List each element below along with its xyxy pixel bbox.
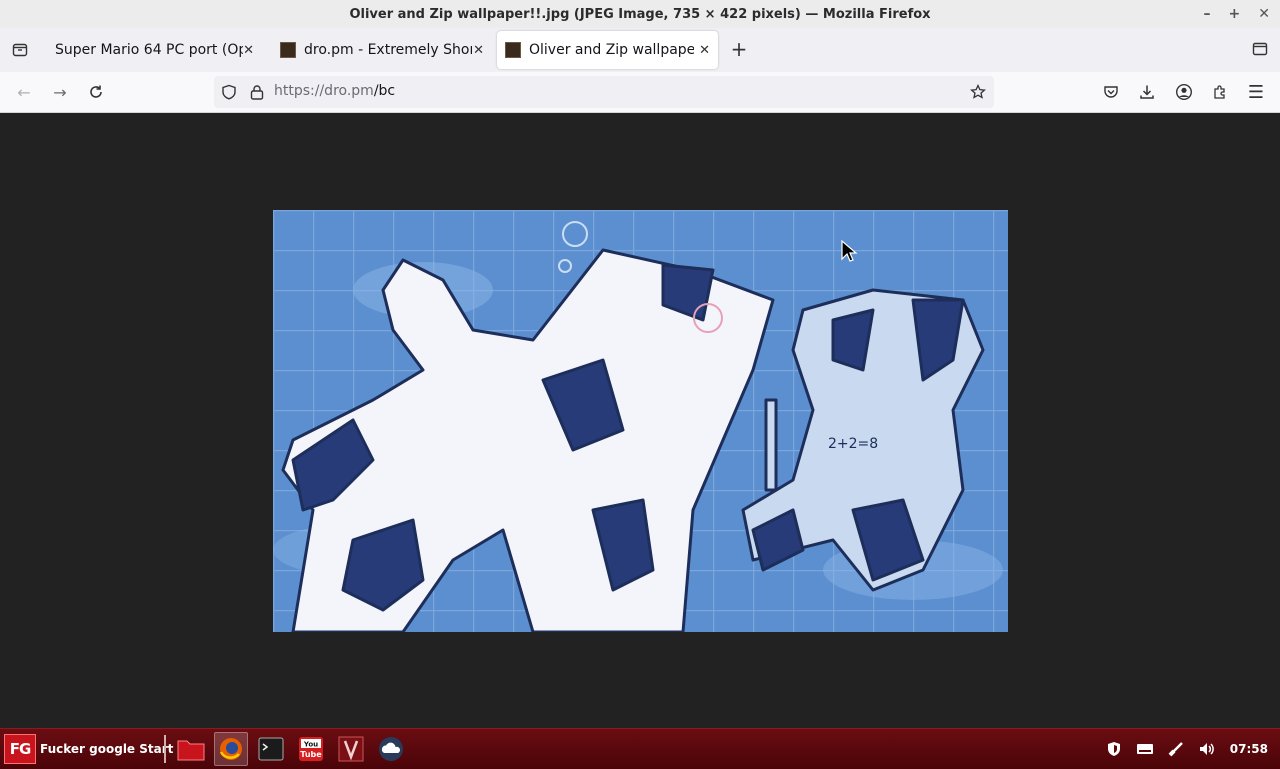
keyboard-icon[interactable] xyxy=(1136,742,1154,756)
favicon-icon xyxy=(505,42,521,58)
terminal-icon[interactable] xyxy=(254,732,288,766)
bookmark-star-icon[interactable] xyxy=(966,80,990,104)
firefox-view-icon[interactable] xyxy=(8,37,32,61)
wallpaper-image[interactable]: 2+2=8 xyxy=(273,210,1008,632)
weather-icon[interactable] xyxy=(374,732,408,766)
taskbar: FG Fucker google Start You Tube 07:58 xyxy=(0,728,1280,769)
start-label: Fucker google Start xyxy=(40,742,174,756)
downloads-icon[interactable] xyxy=(1135,80,1159,104)
url-text[interactable]: https://dro.pm/bc xyxy=(274,83,395,99)
tab-label: Oliver and Zip wallpaper xyxy=(529,42,694,58)
close-tab-icon[interactable]: ✕ xyxy=(699,43,710,58)
taskbar-separator xyxy=(164,735,166,763)
svg-text:2+2=8: 2+2=8 xyxy=(828,436,878,452)
tab-label: dro.pm - Extremely Short xyxy=(304,42,472,58)
minimize-icon[interactable]: – xyxy=(1204,6,1211,22)
window-titlebar: Oliver and Zip wallpaper!!.jpg (JPEG Ima… xyxy=(0,0,1280,28)
image-viewer: 2+2=8 xyxy=(0,113,1280,728)
extensions-icon[interactable] xyxy=(1208,80,1232,104)
v-app-icon[interactable] xyxy=(334,732,368,766)
pocket-icon[interactable] xyxy=(1099,80,1123,104)
firefox-icon[interactable] xyxy=(214,732,248,766)
menu-icon[interactable]: ☰ xyxy=(1244,80,1268,104)
security-shield-icon[interactable] xyxy=(1106,741,1122,757)
mouse-cursor-icon xyxy=(841,239,858,262)
new-tab-icon[interactable]: + xyxy=(727,37,751,61)
network-icon[interactable] xyxy=(1168,741,1184,757)
navigation-bar: ← → https://dro.pm/bc ☰ xyxy=(0,72,1280,113)
close-tab-icon[interactable]: ✕ xyxy=(473,43,484,58)
forward-icon[interactable]: → xyxy=(48,80,72,104)
reload-icon[interactable] xyxy=(84,80,108,104)
tab-oliver-zip[interactable]: Oliver and Zip wallpaper ✕ xyxy=(497,31,718,69)
youtube-icon[interactable]: You Tube xyxy=(294,732,328,766)
close-tab-icon[interactable]: ✕ xyxy=(243,43,254,58)
volume-icon[interactable] xyxy=(1198,741,1216,757)
account-icon[interactable] xyxy=(1172,80,1196,104)
window-title: Oliver and Zip wallpaper!!.jpg (JPEG Ima… xyxy=(349,6,931,22)
svg-text:You: You xyxy=(303,741,318,749)
svg-text:Tube: Tube xyxy=(300,750,322,759)
url-host: https://dro.pm xyxy=(274,83,374,99)
list-all-tabs-icon[interactable] xyxy=(1248,37,1272,61)
close-icon[interactable]: ✕ xyxy=(1258,6,1270,22)
favicon-icon xyxy=(280,42,296,58)
start-button[interactable]: FG Fucker google Start xyxy=(4,733,173,765)
url-path: /bc xyxy=(373,83,396,99)
clock[interactable]: 07:58 xyxy=(1230,742,1268,756)
system-tray: 07:58 xyxy=(1106,729,1268,769)
wallpaper-illustration: 2+2=8 xyxy=(273,210,1008,632)
back-icon[interactable]: ← xyxy=(12,80,36,104)
tracking-shield-icon[interactable] xyxy=(217,80,241,104)
start-logo-icon: FG xyxy=(4,734,36,764)
maximize-icon[interactable]: + xyxy=(1229,6,1241,22)
lock-icon[interactable] xyxy=(245,80,269,104)
tab-bar: Super Mario 64 PC port (Ope ✕ dro.pm - E… xyxy=(0,28,1280,72)
tab-dro-pm[interactable]: dro.pm - Extremely Short ✕ xyxy=(272,31,492,69)
file-manager-icon[interactable] xyxy=(174,732,208,766)
url-bar[interactable]: https://dro.pm/bc xyxy=(214,76,994,108)
tab-label: Super Mario 64 PC port (Ope xyxy=(55,42,243,58)
tab-super-mario[interactable]: Super Mario 64 PC port (Ope ✕ xyxy=(44,31,262,69)
